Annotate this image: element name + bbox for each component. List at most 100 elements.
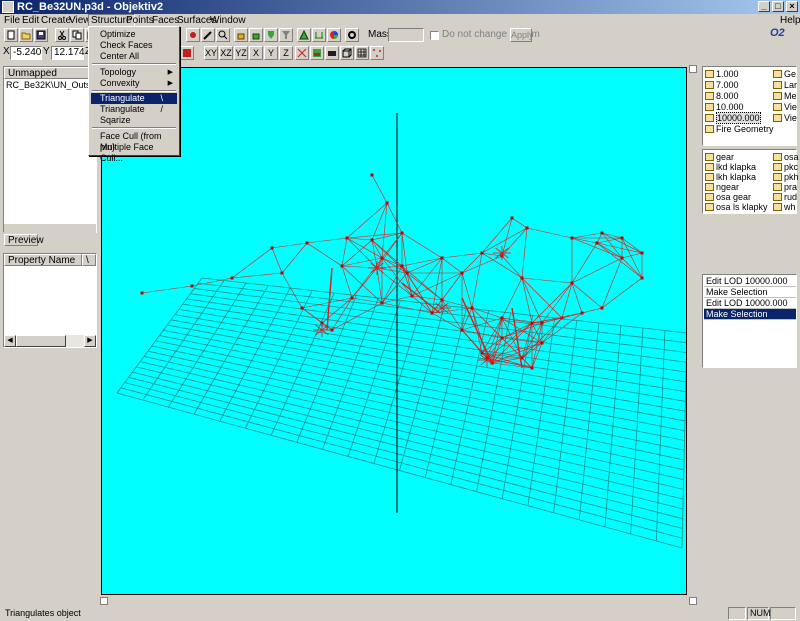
lod-item[interactable]: 10000.000	[705, 112, 761, 124]
selection-item[interactable]: wh	[773, 202, 796, 213]
texture-list-scrollbar[interactable]	[4, 224, 96, 233]
hide-button[interactable]	[264, 28, 278, 42]
close-button[interactable]: ×	[786, 1, 798, 12]
cut-button[interactable]	[55, 28, 69, 42]
tool-a-button[interactable]	[186, 28, 200, 42]
menu-item-face-cull-pin[interactable]: Face Cull (from pin)	[91, 131, 177, 152]
view-xy-button[interactable]: XY	[204, 46, 218, 60]
menu-item-optimize[interactable]: Optimize	[91, 29, 177, 40]
grid-line	[116, 392, 683, 549]
menu-item-convexity[interactable]: Convexity ▶	[91, 78, 177, 89]
zoom-button[interactable]	[216, 28, 230, 42]
lod-list[interactable]: 1.000 7.000 8.000 10.000 10000.000 Fire Geome…	[702, 66, 797, 146]
property-value-header[interactable]: \	[82, 254, 96, 266]
view-z-button[interactable]: Z	[279, 46, 293, 60]
wireframe-edge	[141, 285, 193, 294]
tag-icon	[705, 103, 714, 111]
lod-item[interactable]: 7.000	[705, 80, 739, 91]
points-button[interactable]	[370, 46, 384, 60]
grid-line	[128, 376, 683, 520]
y-coordinate-input[interactable]: 12.174	[51, 46, 85, 60]
texture-item[interactable]: RC_Be32K\UN_Outside.pa	[6, 80, 96, 90]
open-file-button[interactable]	[19, 28, 33, 42]
red-tool-button[interactable]	[180, 46, 194, 60]
menu-item-sqarize[interactable]: Sqarize	[91, 115, 177, 126]
viewport-3d[interactable]	[101, 67, 688, 595]
view-x-button[interactable]: X	[249, 46, 263, 60]
mass-input[interactable]	[388, 28, 424, 42]
tag-icon	[705, 163, 714, 171]
box-button[interactable]	[340, 46, 354, 60]
save-button[interactable]	[34, 28, 48, 42]
grid-button[interactable]	[355, 46, 369, 60]
texture-button[interactable]	[310, 46, 324, 60]
measure-button[interactable]	[312, 28, 326, 42]
selection-item[interactable]: osa ls klapky	[705, 202, 768, 213]
selection-list[interactable]: gear lkd klapka lkh klapka ngear osa gear osa…	[702, 149, 799, 214]
scroll-thumb[interactable]	[16, 335, 66, 347]
menu-item-triangulate-backslash[interactable]: Triangulate \	[91, 93, 177, 104]
apply-button[interactable]: Apply	[510, 28, 534, 42]
preview-tab[interactable]: Preview	[4, 234, 44, 246]
hub-edge	[480, 359, 488, 366]
show-button[interactable]	[279, 28, 293, 42]
history-item[interactable]: Edit LOD 10000.000	[704, 298, 796, 309]
lod-item[interactable]: Ge	[773, 69, 796, 80]
menu-item-center-all[interactable]: Center All	[91, 51, 177, 62]
texture-list[interactable]: Unmapped RC_Be32K\UN_Outside.pa	[3, 66, 97, 233]
copy-button[interactable]	[70, 28, 84, 42]
view-xz-button[interactable]: XZ	[219, 46, 233, 60]
maximize-button[interactable]: □	[772, 1, 784, 12]
tag-icon	[773, 153, 782, 161]
history-item[interactable]: Edit LOD 10000.000	[704, 276, 796, 287]
solid-button[interactable]	[325, 46, 339, 60]
x-coordinate-input[interactable]: -5.240	[10, 46, 42, 60]
property-hscrollbar[interactable]: ◀ ▶	[4, 335, 96, 347]
wireframe-edge	[571, 237, 623, 259]
scroll-right-arrow[interactable]: ▶	[84, 335, 96, 347]
wireframe-button[interactable]	[295, 46, 309, 60]
lod-item[interactable]: Vie	[773, 113, 797, 124]
colors-button[interactable]	[327, 28, 341, 42]
menu-item-triangulate-slash[interactable]: Triangulate /	[91, 104, 177, 115]
tool-b-button[interactable]	[201, 28, 215, 42]
property-name-header[interactable]: Property Name	[4, 254, 82, 266]
mesh-button[interactable]	[297, 28, 311, 42]
wireframe-vertex	[540, 341, 544, 345]
menu-help[interactable]: Help	[778, 14, 800, 27]
scroll-left-arrow[interactable]: ◀	[4, 335, 16, 347]
wireframe-vertex	[370, 238, 374, 242]
lod-item[interactable]: 8.000	[705, 91, 739, 102]
lod-item-label: Lar	[784, 80, 798, 90]
unlock-button[interactable]	[249, 28, 263, 42]
lock-button[interactable]	[234, 28, 248, 42]
tag-icon	[705, 70, 714, 78]
wireframe-edge	[461, 255, 503, 274]
property-list[interactable]: Property Name \ ◀ ▶	[3, 253, 97, 348]
wireframe-edge	[621, 237, 643, 279]
history-list[interactable]: Edit LOD 10000.000 Make Selection Edit LOD…	[702, 274, 797, 368]
lod-item[interactable]: Lar	[773, 80, 797, 91]
lod-item[interactable]: 1.000	[705, 69, 739, 80]
no-change-checkbox[interactable]	[430, 31, 439, 40]
menu-item-multiple-face-cull[interactable]: Multiple Face Cull...	[91, 142, 177, 163]
menu-item-topology[interactable]: Topology ▶	[91, 67, 177, 78]
history-item[interactable]: Make Selection	[704, 287, 796, 298]
lod-item-label: Me	[784, 91, 797, 101]
view-yz-button[interactable]: YZ	[234, 46, 248, 60]
new-file-button[interactable]	[4, 28, 18, 42]
grid-line	[553, 320, 578, 513]
minimize-button[interactable]: _	[758, 1, 770, 12]
menu-item-check-faces[interactable]: Check Faces	[91, 40, 177, 51]
view-y-button[interactable]: Y	[264, 46, 278, 60]
menu-window[interactable]: Window	[208, 14, 248, 27]
lod-item[interactable]: Fire Geometry	[705, 124, 774, 135]
settings-button[interactable]	[345, 28, 359, 42]
grid-line	[124, 382, 683, 529]
wireframe-edge	[521, 277, 563, 319]
history-item[interactable]: Make Selection	[704, 309, 796, 320]
lod-item[interactable]: Me	[773, 91, 797, 102]
wireframe-edge	[401, 232, 443, 259]
wireframe-edge	[346, 237, 373, 241]
lod-item[interactable]: Vie	[773, 102, 797, 113]
